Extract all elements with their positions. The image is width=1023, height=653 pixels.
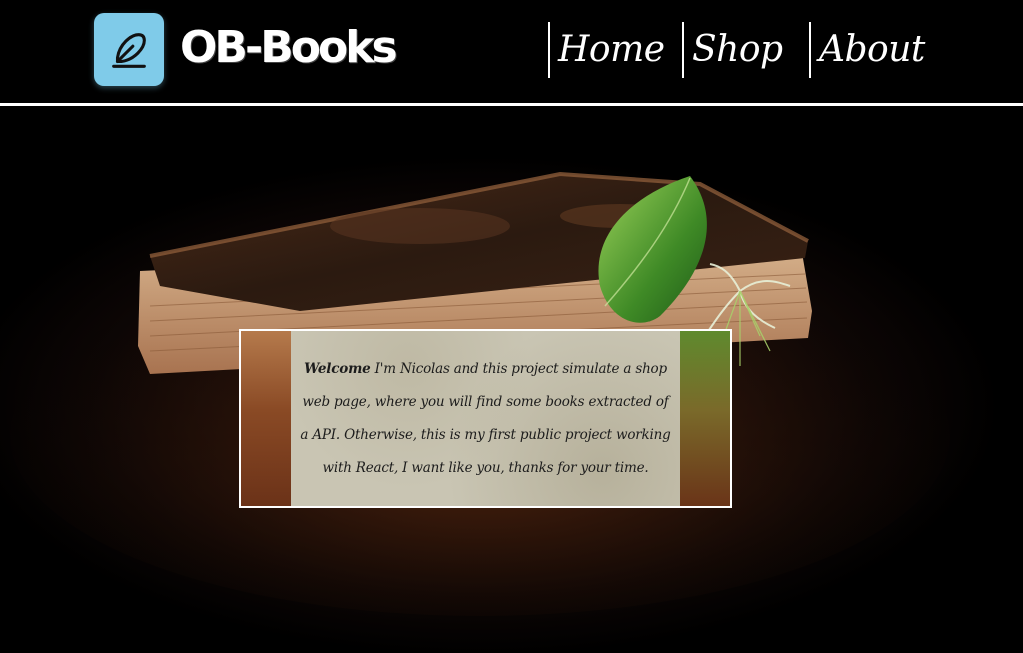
nav-about-link[interactable]: About [809, 22, 929, 78]
card-right-edge [680, 331, 730, 506]
nav-shop-link[interactable]: Shop [682, 22, 802, 78]
welcome-message: Welcome I'm Nicolas and this project sim… [297, 353, 674, 485]
welcome-heading: Welcome [304, 361, 371, 377]
nav-home-link[interactable]: Home [548, 22, 678, 78]
logo-button[interactable] [94, 13, 164, 86]
feather-pen-icon [112, 32, 146, 68]
page: OB-Books Home Shop About Welcome I'm Nic… [0, 0, 1023, 653]
brand-title[interactable]: OB-Books [180, 18, 398, 78]
card-left-edge [241, 331, 291, 506]
site-header: OB-Books Home Shop About [0, 0, 1023, 106]
welcome-card: Welcome I'm Nicolas and this project sim… [239, 329, 732, 508]
welcome-body: I'm Nicolas and this project simulate a … [300, 361, 671, 476]
